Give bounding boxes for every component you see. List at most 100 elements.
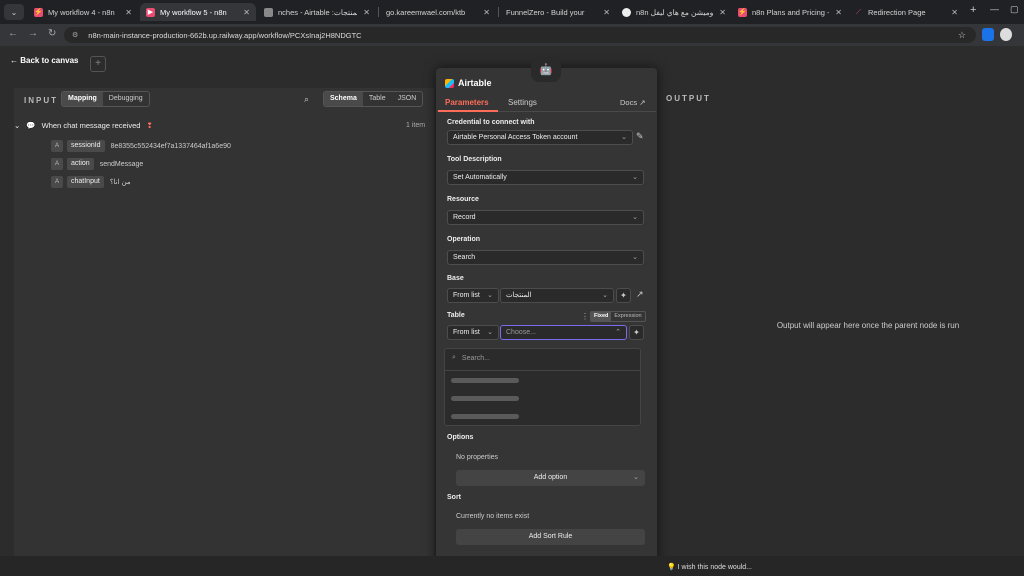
close-icon[interactable]: ✕ xyxy=(951,8,958,17)
node-title[interactable]: Airtable xyxy=(445,78,492,88)
tab-label: FunnelZero - Build your xyxy=(506,7,585,17)
json-tab[interactable]: JSON xyxy=(392,92,423,106)
bottom-bar xyxy=(0,556,1024,576)
browser-tab-kareemwael[interactable]: go.kareemwael.com/ktb ✕ xyxy=(380,3,496,21)
add-node-button[interactable]: + xyxy=(90,56,106,72)
mapping-tab[interactable]: Mapping xyxy=(62,92,103,106)
ai-sparkle-icon[interactable]: ✦ xyxy=(629,325,644,340)
schema-tab[interactable]: Schema xyxy=(324,92,363,106)
resource-select[interactable]: Record ⌄ xyxy=(447,210,644,225)
bookmark-star-icon[interactable]: ☆ xyxy=(958,30,966,41)
operation-label: Operation xyxy=(447,236,481,243)
lightbulb-icon: 💡 xyxy=(667,564,678,571)
minimize-icon[interactable]: — xyxy=(990,4,999,14)
external-link-icon[interactable]: ↗ xyxy=(636,289,644,300)
ai-sparkle-icon[interactable]: ✦ xyxy=(616,288,631,303)
tab-parameters[interactable]: Parameters xyxy=(445,98,489,107)
feedback-link[interactable]: 💡 I wish this node would... xyxy=(667,563,752,571)
close-icon[interactable]: ✕ xyxy=(483,8,490,17)
table-value-select[interactable]: Choose... ⌃ xyxy=(500,325,627,340)
tab-search-button[interactable]: ⌄ xyxy=(4,4,24,20)
tab-label: Redirection Page xyxy=(868,7,926,17)
search-icon[interactable]: ⌕ xyxy=(304,94,309,105)
close-icon[interactable]: ✕ xyxy=(243,8,250,17)
more-vertical-icon[interactable]: ⋮ xyxy=(581,312,589,321)
base-label: Base xyxy=(447,275,464,282)
pencil-icon[interactable]: ✎ xyxy=(636,131,644,142)
chevron-down-icon: ⌄ xyxy=(602,292,608,299)
base-value-select[interactable]: المنتجات ⌄ xyxy=(500,288,614,303)
docs-link[interactable]: Docs ↗ xyxy=(620,98,645,107)
reload-icon[interactable]: ↻ xyxy=(48,28,56,39)
n8n-icon: ▶ xyxy=(146,7,155,17)
browser-tab-workflow-4[interactable]: ⚡ My workflow 4 - n8n ✕ xyxy=(28,3,138,21)
dropdown-search[interactable]: ⌕ Search... xyxy=(452,354,490,362)
trigger-node-row[interactable]: ⌄ 💬 When chat message received ❢ xyxy=(14,121,153,130)
add-sort-rule-button[interactable]: Add Sort Rule xyxy=(456,529,645,545)
new-tab-button[interactable]: + xyxy=(970,4,976,16)
table-tab[interactable]: Table xyxy=(363,92,392,106)
browser-tab-n8n-pricing[interactable]: ⚡ n8n Plans and Pricing - n ✕ xyxy=(732,3,848,21)
add-option-button[interactable]: Add option ⌄ xyxy=(456,470,645,486)
schema-field-sessionid[interactable]: A sessionId 8e8355c552434ef7a1337464af1a… xyxy=(51,140,231,152)
table-mode-select[interactable]: From list ⌄ xyxy=(447,325,499,340)
table-label: Table xyxy=(447,312,465,319)
chat-icon: 💬 xyxy=(26,121,36,130)
debugging-tab[interactable]: Debugging xyxy=(103,92,149,106)
field-key[interactable]: sessionId xyxy=(67,140,105,152)
chevron-up-icon: ⌃ xyxy=(615,329,621,336)
item-count: 1 item xyxy=(406,122,426,129)
schema-field-action[interactable]: A action sendMessage xyxy=(51,158,143,170)
active-tab-indicator xyxy=(438,110,498,112)
tab-settings[interactable]: Settings xyxy=(508,98,537,107)
maximize-icon[interactable]: ▢ xyxy=(1010,4,1019,15)
string-type-icon: A xyxy=(51,158,63,170)
site-info-icon[interactable]: ⚙ xyxy=(72,31,78,39)
tab-divider xyxy=(498,7,499,17)
tab-divider xyxy=(378,7,379,17)
expression-option[interactable]: Expression xyxy=(611,312,644,321)
options-label: Options xyxy=(447,434,474,441)
browser-tab-n8n-arabic[interactable]: n8n اتوميشن مع هاي ليفل ✕ xyxy=(616,3,732,21)
forward-arrow-icon[interactable]: → xyxy=(28,28,38,39)
back-arrow-icon[interactable]: ← xyxy=(8,28,18,39)
chevron-down-icon: ⌄ xyxy=(632,174,638,181)
search-icon: ⌕ xyxy=(452,354,456,361)
fixed-option[interactable]: Fixed xyxy=(591,312,612,321)
chevron-down-icon[interactable]: ⌄ xyxy=(14,121,20,130)
browser-tab-airtable[interactable]: nches - Airtable :المنتجات ✕ xyxy=(258,3,376,21)
tab-label: nches - Airtable :المنتجات xyxy=(278,7,357,17)
close-icon[interactable]: ✕ xyxy=(835,8,842,17)
loading-placeholder xyxy=(451,414,519,419)
back-to-canvas-button[interactable]: ← Back to canvas xyxy=(10,56,79,65)
extension-icon[interactable] xyxy=(982,28,994,41)
view-mode-toggle: Schema Table JSON xyxy=(323,91,424,107)
close-icon[interactable]: ✕ xyxy=(363,8,370,17)
operation-select[interactable]: Search ⌄ xyxy=(447,250,644,265)
profile-avatar[interactable] xyxy=(1000,28,1012,41)
url-text: n8n-main-instance-production-662b.up.rai… xyxy=(88,30,362,40)
close-icon[interactable]: ✕ xyxy=(719,8,726,17)
credential-select[interactable]: Airtable Personal Access Token account ⌄ xyxy=(447,130,633,145)
address-bar[interactable]: ⚙ n8n-main-instance-production-662b.up.r… xyxy=(64,27,976,43)
base-mode-select[interactable]: From list ⌄ xyxy=(447,288,499,303)
field-value: 8e8355c552434ef7a1337464af1a6e90 xyxy=(110,142,231,150)
close-icon[interactable]: ✕ xyxy=(125,8,132,17)
schema-field-chatinput[interactable]: A chatInput من انا؟ xyxy=(51,176,131,188)
chevron-down-icon: ⌄ xyxy=(632,214,638,221)
tab-label: n8n اتوميشن مع هاي ليفل xyxy=(636,7,714,17)
browser-tab-workflow-5[interactable]: ▶ My workflow 5 - n8n ✕ xyxy=(140,3,256,21)
field-key[interactable]: action xyxy=(67,158,94,170)
field-key[interactable]: chatInput xyxy=(67,176,104,188)
tab-label: My workflow 5 - n8n xyxy=(160,7,227,17)
fixed-expression-toggle: Fixed Expression xyxy=(590,311,646,322)
pin-icon: ❢ xyxy=(146,121,153,130)
browser-tab-redirection[interactable]: ⟋ Redirection Page ✕ xyxy=(848,3,964,21)
trigger-name: When chat message received xyxy=(41,121,141,130)
browser-tab-funnelzero[interactable]: FunnelZero - Build your ✕ xyxy=(500,3,616,21)
sort-label: Sort xyxy=(447,494,461,501)
airtable-icon xyxy=(264,7,273,17)
tool-description-select[interactable]: Set Automatically ⌄ xyxy=(447,170,644,185)
close-icon[interactable]: ✕ xyxy=(603,8,610,17)
n8n-icon: ⚡ xyxy=(34,7,43,17)
